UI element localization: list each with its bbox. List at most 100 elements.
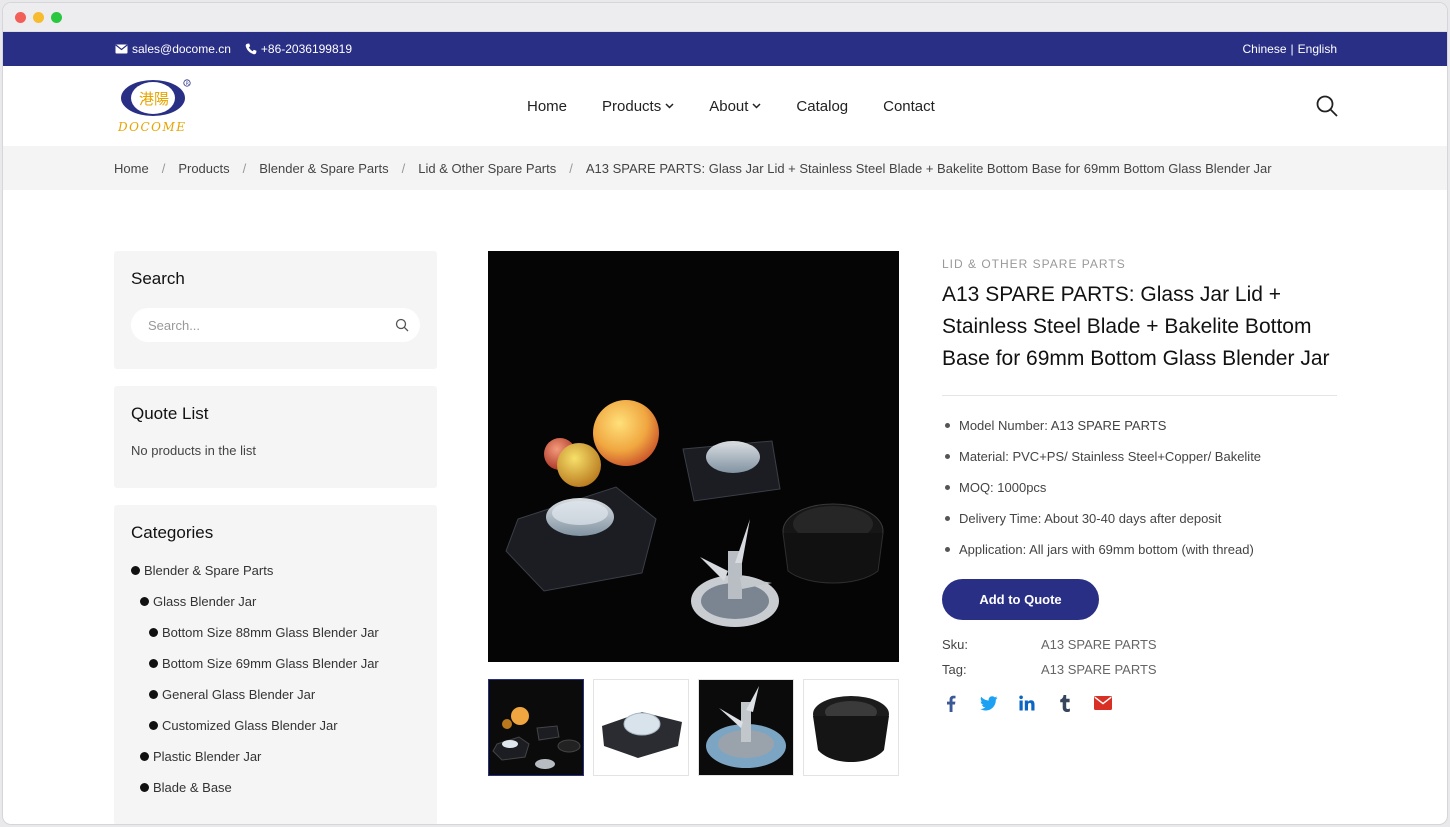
search-widget: Search — [114, 251, 437, 369]
spec-item: Delivery Time: About 30-40 days after de… — [942, 503, 1337, 534]
phone-icon — [245, 43, 257, 55]
bullet-icon — [140, 752, 149, 761]
tumblr-icon[interactable] — [1056, 694, 1074, 712]
email-link[interactable]: sales@docome.cn — [115, 42, 231, 56]
window-chrome — [3, 3, 1447, 32]
breadcrumb: Home / Products / Blender & Spare Parts … — [3, 146, 1447, 190]
category-item[interactable]: Glass Blender Jar — [131, 586, 420, 617]
twitter-icon[interactable] — [980, 694, 998, 712]
categories-widget: Categories Blender & Spare Parts Glass B… — [114, 505, 437, 824]
product-thumbnail[interactable] — [593, 679, 689, 776]
maximize-window-button[interactable] — [51, 12, 62, 23]
add-to-quote-button[interactable]: Add to Quote — [942, 579, 1099, 620]
bullet-icon — [149, 659, 158, 668]
category-item[interactable]: Bottom Size 69mm Glass Blender Jar — [131, 648, 420, 679]
site-logo[interactable]: R 港陽 DOCOME — [115, 78, 195, 136]
nav-home-label: Home — [527, 97, 568, 115]
main-nav: Home Products About Catalog Contact — [527, 66, 935, 146]
category-label: Customized Glass Blender Jar — [162, 718, 338, 733]
nav-home[interactable]: Home — [527, 98, 567, 115]
breadcrumb-blender-spare-parts[interactable]: Blender & Spare Parts — [259, 161, 388, 176]
sku-value: A13 SPARE PARTS — [1041, 637, 1157, 652]
breadcrumb-home[interactable]: Home — [114, 161, 149, 176]
product-thumbnails — [488, 679, 899, 776]
bullet-icon — [149, 690, 158, 699]
tag-value[interactable]: A13 SPARE PARTS — [1041, 662, 1157, 677]
nav-catalog[interactable]: Catalog — [796, 98, 848, 115]
chevron-down-icon — [665, 103, 674, 109]
search-icon — [1316, 95, 1338, 117]
breadcrumb-separator: / — [401, 160, 406, 176]
tag-label: Tag: — [942, 662, 967, 677]
category-item[interactable]: Customized Glass Blender Jar — [131, 710, 420, 741]
email-text: sales@docome.cn — [132, 42, 231, 56]
quote-list-title: Quote List — [131, 404, 209, 423]
breadcrumb-separator: / — [161, 160, 166, 176]
spec-item: Model Number: A13 SPARE PARTS — [942, 410, 1337, 441]
lang-chinese-link[interactable]: Chinese — [1242, 42, 1286, 56]
breadcrumb-lid-other-spare-parts[interactable]: Lid & Other Spare Parts — [418, 161, 556, 176]
site-header: R 港陽 DOCOME Home Products About Catalog … — [3, 66, 1447, 146]
spec-item: Application: All jars with 69mm bottom (… — [942, 534, 1337, 565]
product-main-image[interactable] — [488, 251, 899, 662]
lang-separator: | — [1290, 42, 1294, 56]
quote-list-empty-text: No products in the list — [131, 443, 257, 458]
category-item[interactable]: Blade & Base — [131, 772, 420, 803]
product-gallery — [488, 251, 899, 776]
sidebar-search-input[interactable] — [131, 308, 371, 342]
svg-text:DOCOME: DOCOME — [117, 120, 187, 134]
product-title: A13 SPARE PARTS: Glass Jar Lid + Stainle… — [942, 279, 1337, 396]
bullet-icon — [149, 628, 158, 637]
bullet-icon — [131, 566, 140, 575]
nav-about[interactable]: About — [709, 98, 761, 115]
product-meta: Sku: A13 SPARE PARTS Tag: A13 SPARE PART… — [942, 632, 1337, 682]
facebook-icon[interactable] — [942, 694, 960, 712]
nav-products[interactable]: Products — [602, 98, 674, 115]
sidebar: Search Quote List No products in the lis… — [114, 251, 437, 824]
product-thumbnail[interactable] — [803, 679, 899, 776]
nav-catalog-label: Catalog — [796, 97, 849, 115]
category-item[interactable]: Blender & Spare Parts — [131, 555, 420, 586]
breadcrumb-separator: / — [569, 160, 573, 176]
bullet-icon — [140, 783, 149, 792]
categories-title: Categories — [131, 523, 214, 542]
spec-item: Material: PVC+PS/ Stainless Steel+Copper… — [942, 441, 1337, 472]
breadcrumb-products[interactable]: Products — [178, 161, 229, 176]
category-label: General Glass Blender Jar — [162, 687, 316, 702]
email-icon[interactable] — [1094, 694, 1112, 712]
product-thumbnail[interactable] — [488, 679, 584, 776]
breadcrumb-separator: / — [242, 160, 247, 176]
product-thumbnail[interactable] — [698, 679, 794, 776]
header-search-button[interactable] — [1315, 94, 1339, 118]
top-contact-bar: sales@docome.cn +86-2036199819 Chinese |… — [3, 32, 1447, 66]
bullet-icon — [140, 597, 149, 606]
svg-text:港陽: 港陽 — [139, 90, 169, 108]
category-label: Blade & Base — [153, 780, 232, 795]
nav-contact[interactable]: Contact — [883, 98, 935, 115]
product-category[interactable]: LID & OTHER SPARE PARTS — [942, 257, 1337, 271]
category-label: Blender & Spare Parts — [144, 563, 274, 578]
bullet-icon — [149, 721, 158, 730]
svg-text:R: R — [186, 81, 189, 87]
phone-link[interactable]: +86-2036199819 — [245, 42, 352, 56]
category-item[interactable]: Plastic Blender Jar — [131, 741, 420, 772]
minimize-window-button[interactable] — [33, 12, 44, 23]
linkedin-icon[interactable] — [1018, 694, 1036, 712]
nav-contact-label: Contact — [883, 97, 935, 115]
category-label: Plastic Blender Jar — [153, 749, 262, 764]
search-icon[interactable] — [395, 318, 409, 332]
breadcrumb-current: A13 SPARE PARTS: Glass Jar Lid + Stainle… — [585, 160, 1272, 176]
search-widget-title: Search — [131, 269, 185, 288]
close-window-button[interactable] — [15, 12, 26, 23]
categories-list: Blender & Spare Parts Glass Blender Jar … — [131, 555, 420, 803]
category-label: Glass Blender Jar — [153, 594, 257, 609]
sidebar-search-box — [131, 308, 420, 342]
category-item[interactable]: Bottom Size 88mm Glass Blender Jar — [131, 617, 420, 648]
share-icons — [942, 694, 1337, 712]
envelope-icon — [115, 44, 128, 54]
chevron-down-icon — [752, 103, 761, 109]
category-item[interactable]: General Glass Blender Jar — [131, 679, 420, 710]
product-specs: Model Number: A13 SPARE PARTS Material: … — [942, 410, 1337, 565]
spec-item: MOQ: 1000pcs — [942, 472, 1337, 503]
lang-english-link[interactable]: English — [1298, 42, 1337, 56]
